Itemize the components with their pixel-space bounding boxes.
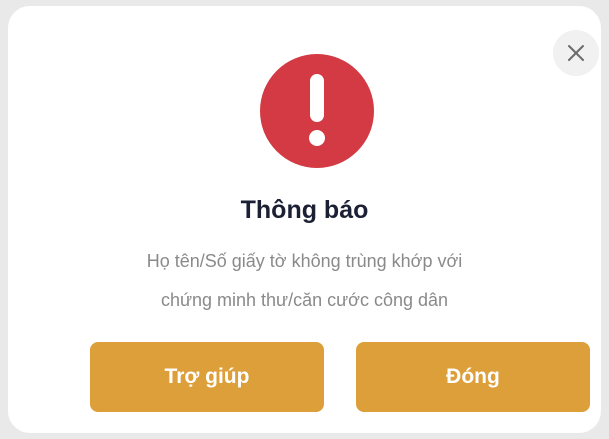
close-dialog-button[interactable] (553, 30, 599, 76)
dialog-title: Thông báo (240, 196, 369, 224)
notification-dialog: Thông báo Họ tên/Số giấy tờ không trùng … (8, 6, 601, 433)
message-line-2: chứng minh thư/căn cước công dân (160, 290, 449, 310)
alert-circle-icon (260, 54, 374, 168)
exclamation-icon (309, 74, 325, 146)
help-button[interactable]: Trợ giúp (90, 342, 324, 412)
message-line-1: Họ tên/Số giấy tờ không trùng khớp với (146, 251, 463, 271)
dialog-message: Họ tên/Số giấy tờ không trùng khớp với c… (8, 242, 601, 320)
close-button[interactable]: Đóng (356, 342, 590, 412)
close-icon (568, 45, 584, 61)
